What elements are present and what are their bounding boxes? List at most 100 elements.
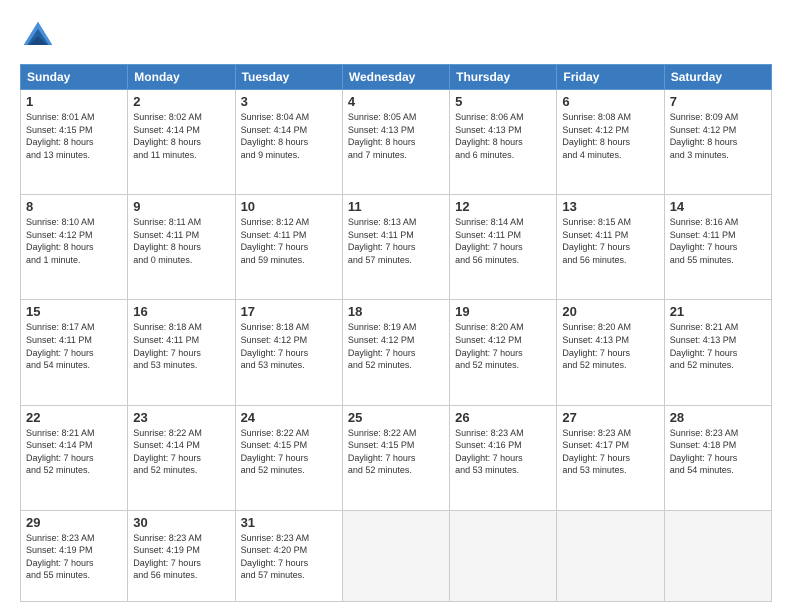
calendar-cell: 14Sunrise: 8:16 AM Sunset: 4:11 PM Dayli…	[664, 195, 771, 300]
calendar-cell: 27 Sunrise: 8:23 AM Sunset: 4:17 PM Dayli…	[557, 405, 664, 510]
calendar-body: 1Sunrise: 8:01 AM Sunset: 4:15 PM Daylig…	[21, 90, 772, 602]
day-info: Sunrise: 8:15 AM Sunset: 4:11 PM Dayligh…	[562, 216, 658, 266]
calendar-cell: 18 Sunrise: 8:19 AM Sunset: 4:12 PM Dayli…	[342, 300, 449, 405]
calendar-cell: 26 Sunrise: 8:23 AM Sunset: 4:16 PM Dayli…	[450, 405, 557, 510]
weekday-header: Tuesday	[235, 65, 342, 90]
calendar-cell: 19Sunrise: 8:20 AM Sunset: 4:12 PM Dayli…	[450, 300, 557, 405]
day-info: Sunrise: 8:02 AM Sunset: 4:14 PM Dayligh…	[133, 111, 229, 161]
calendar-cell: 30Sunrise: 8:23 AM Sunset: 4:19 PM Dayli…	[128, 510, 235, 601]
day-number: 20	[562, 304, 658, 319]
day-number: 31	[241, 515, 337, 530]
day-info: Sunrise: 8:20 AM Sunset: 4:13 PM Dayligh…	[562, 321, 658, 371]
calendar-week-row: 1Sunrise: 8:01 AM Sunset: 4:15 PM Daylig…	[21, 90, 772, 195]
day-info: Sunrise: 8:21 AM Sunset: 4:13 PM Dayligh…	[670, 321, 766, 371]
day-number: 5	[455, 94, 551, 109]
calendar-cell: 21 Sunrise: 8:21 AM Sunset: 4:13 PM Dayli…	[664, 300, 771, 405]
day-number: 24	[241, 410, 337, 425]
calendar-cell: 20 Sunrise: 8:20 AM Sunset: 4:13 PM Dayli…	[557, 300, 664, 405]
day-info: Sunrise: 8:22 AM Sunset: 4:14 PM Dayligh…	[133, 427, 229, 477]
calendar-cell: 4 Sunrise: 8:05 AM Sunset: 4:13 PM Daylig…	[342, 90, 449, 195]
day-info: Sunrise: 8:23 AM Sunset: 4:16 PM Dayligh…	[455, 427, 551, 477]
day-info: Sunrise: 8:06 AM Sunset: 4:13 PM Dayligh…	[455, 111, 551, 161]
day-number: 7	[670, 94, 766, 109]
day-info: Sunrise: 8:12 AM Sunset: 4:11 PM Dayligh…	[241, 216, 337, 266]
day-info: Sunrise: 8:11 AM Sunset: 4:11 PM Dayligh…	[133, 216, 229, 266]
page: SundayMondayTuesdayWednesdayThursdayFrid…	[0, 0, 792, 612]
day-number: 17	[241, 304, 337, 319]
calendar-cell	[450, 510, 557, 601]
day-number: 9	[133, 199, 229, 214]
day-number: 16	[133, 304, 229, 319]
day-number: 27	[562, 410, 658, 425]
day-number: 6	[562, 94, 658, 109]
calendar-cell: 3 Sunrise: 8:04 AM Sunset: 4:14 PM Daylig…	[235, 90, 342, 195]
day-info: Sunrise: 8:19 AM Sunset: 4:12 PM Dayligh…	[348, 321, 444, 371]
day-info: Sunrise: 8:08 AM Sunset: 4:12 PM Dayligh…	[562, 111, 658, 161]
day-number: 3	[241, 94, 337, 109]
day-number: 26	[455, 410, 551, 425]
day-number: 2	[133, 94, 229, 109]
day-info: Sunrise: 8:23 AM Sunset: 4:17 PM Dayligh…	[562, 427, 658, 477]
day-info: Sunrise: 8:18 AM Sunset: 4:11 PM Dayligh…	[133, 321, 229, 371]
weekday-header: Sunday	[21, 65, 128, 90]
weekday-header: Monday	[128, 65, 235, 90]
day-number: 29	[26, 515, 122, 530]
day-info: Sunrise: 8:13 AM Sunset: 4:11 PM Dayligh…	[348, 216, 444, 266]
day-number: 4	[348, 94, 444, 109]
day-info: Sunrise: 8:14 AM Sunset: 4:11 PM Dayligh…	[455, 216, 551, 266]
calendar-cell: 9 Sunrise: 8:11 AM Sunset: 4:11 PM Daylig…	[128, 195, 235, 300]
calendar-cell: 13Sunrise: 8:15 AM Sunset: 4:11 PM Dayli…	[557, 195, 664, 300]
day-number: 22	[26, 410, 122, 425]
weekday-header: Wednesday	[342, 65, 449, 90]
day-number: 15	[26, 304, 122, 319]
day-info: Sunrise: 8:18 AM Sunset: 4:12 PM Dayligh…	[241, 321, 337, 371]
calendar-cell: 23 Sunrise: 8:22 AM Sunset: 4:14 PM Dayli…	[128, 405, 235, 510]
day-number: 28	[670, 410, 766, 425]
logo-icon	[20, 18, 56, 54]
calendar-cell: 25 Sunrise: 8:22 AM Sunset: 4:15 PM Dayli…	[342, 405, 449, 510]
header	[20, 18, 772, 54]
calendar-cell: 28 Sunrise: 8:23 AM Sunset: 4:18 PM Dayli…	[664, 405, 771, 510]
calendar-week-row: 15 Sunrise: 8:17 AM Sunset: 4:11 PM Dayli…	[21, 300, 772, 405]
calendar-cell	[557, 510, 664, 601]
weekday-header: Thursday	[450, 65, 557, 90]
calendar-cell: 17 Sunrise: 8:18 AM Sunset: 4:12 PM Dayli…	[235, 300, 342, 405]
calendar-cell	[342, 510, 449, 601]
calendar-cell: 15 Sunrise: 8:17 AM Sunset: 4:11 PM Dayli…	[21, 300, 128, 405]
day-number: 25	[348, 410, 444, 425]
day-info: Sunrise: 8:21 AM Sunset: 4:14 PM Dayligh…	[26, 427, 122, 477]
day-info: Sunrise: 8:16 AM Sunset: 4:11 PM Dayligh…	[670, 216, 766, 266]
day-number: 21	[670, 304, 766, 319]
day-info: Sunrise: 8:23 AM Sunset: 4:19 PM Dayligh…	[26, 532, 122, 582]
day-number: 18	[348, 304, 444, 319]
calendar-cell: 10 Sunrise: 8:12 AM Sunset: 4:11 PM Dayli…	[235, 195, 342, 300]
day-number: 8	[26, 199, 122, 214]
weekday-row: SundayMondayTuesdayWednesdayThursdayFrid…	[21, 65, 772, 90]
day-info: Sunrise: 8:17 AM Sunset: 4:11 PM Dayligh…	[26, 321, 122, 371]
calendar-cell: 5 Sunrise: 8:06 AM Sunset: 4:13 PM Daylig…	[450, 90, 557, 195]
day-info: Sunrise: 8:04 AM Sunset: 4:14 PM Dayligh…	[241, 111, 337, 161]
day-info: Sunrise: 8:22 AM Sunset: 4:15 PM Dayligh…	[241, 427, 337, 477]
calendar-cell: 16 Sunrise: 8:18 AM Sunset: 4:11 PM Dayli…	[128, 300, 235, 405]
calendar-week-row: 29 Sunrise: 8:23 AM Sunset: 4:19 PM Dayli…	[21, 510, 772, 601]
calendar-cell: 31Sunrise: 8:23 AM Sunset: 4:20 PM Dayli…	[235, 510, 342, 601]
day-info: Sunrise: 8:05 AM Sunset: 4:13 PM Dayligh…	[348, 111, 444, 161]
day-info: Sunrise: 8:09 AM Sunset: 4:12 PM Dayligh…	[670, 111, 766, 161]
calendar-week-row: 22 Sunrise: 8:21 AM Sunset: 4:14 PM Dayli…	[21, 405, 772, 510]
weekday-header: Saturday	[664, 65, 771, 90]
calendar-cell: 7 Sunrise: 8:09 AM Sunset: 4:12 PM Daylig…	[664, 90, 771, 195]
logo	[20, 18, 60, 54]
day-number: 12	[455, 199, 551, 214]
day-info: Sunrise: 8:22 AM Sunset: 4:15 PM Dayligh…	[348, 427, 444, 477]
day-info: Sunrise: 8:01 AM Sunset: 4:15 PM Dayligh…	[26, 111, 122, 161]
calendar-cell: 2 Sunrise: 8:02 AM Sunset: 4:14 PM Daylig…	[128, 90, 235, 195]
calendar-cell: 29 Sunrise: 8:23 AM Sunset: 4:19 PM Dayli…	[21, 510, 128, 601]
day-number: 11	[348, 199, 444, 214]
calendar-cell: 24 Sunrise: 8:22 AM Sunset: 4:15 PM Dayli…	[235, 405, 342, 510]
day-number: 23	[133, 410, 229, 425]
day-info: Sunrise: 8:23 AM Sunset: 4:18 PM Dayligh…	[670, 427, 766, 477]
calendar-week-row: 8Sunrise: 8:10 AM Sunset: 4:12 PM Daylig…	[21, 195, 772, 300]
calendar-cell: 22 Sunrise: 8:21 AM Sunset: 4:14 PM Dayli…	[21, 405, 128, 510]
calendar-header: SundayMondayTuesdayWednesdayThursdayFrid…	[21, 65, 772, 90]
day-number: 10	[241, 199, 337, 214]
